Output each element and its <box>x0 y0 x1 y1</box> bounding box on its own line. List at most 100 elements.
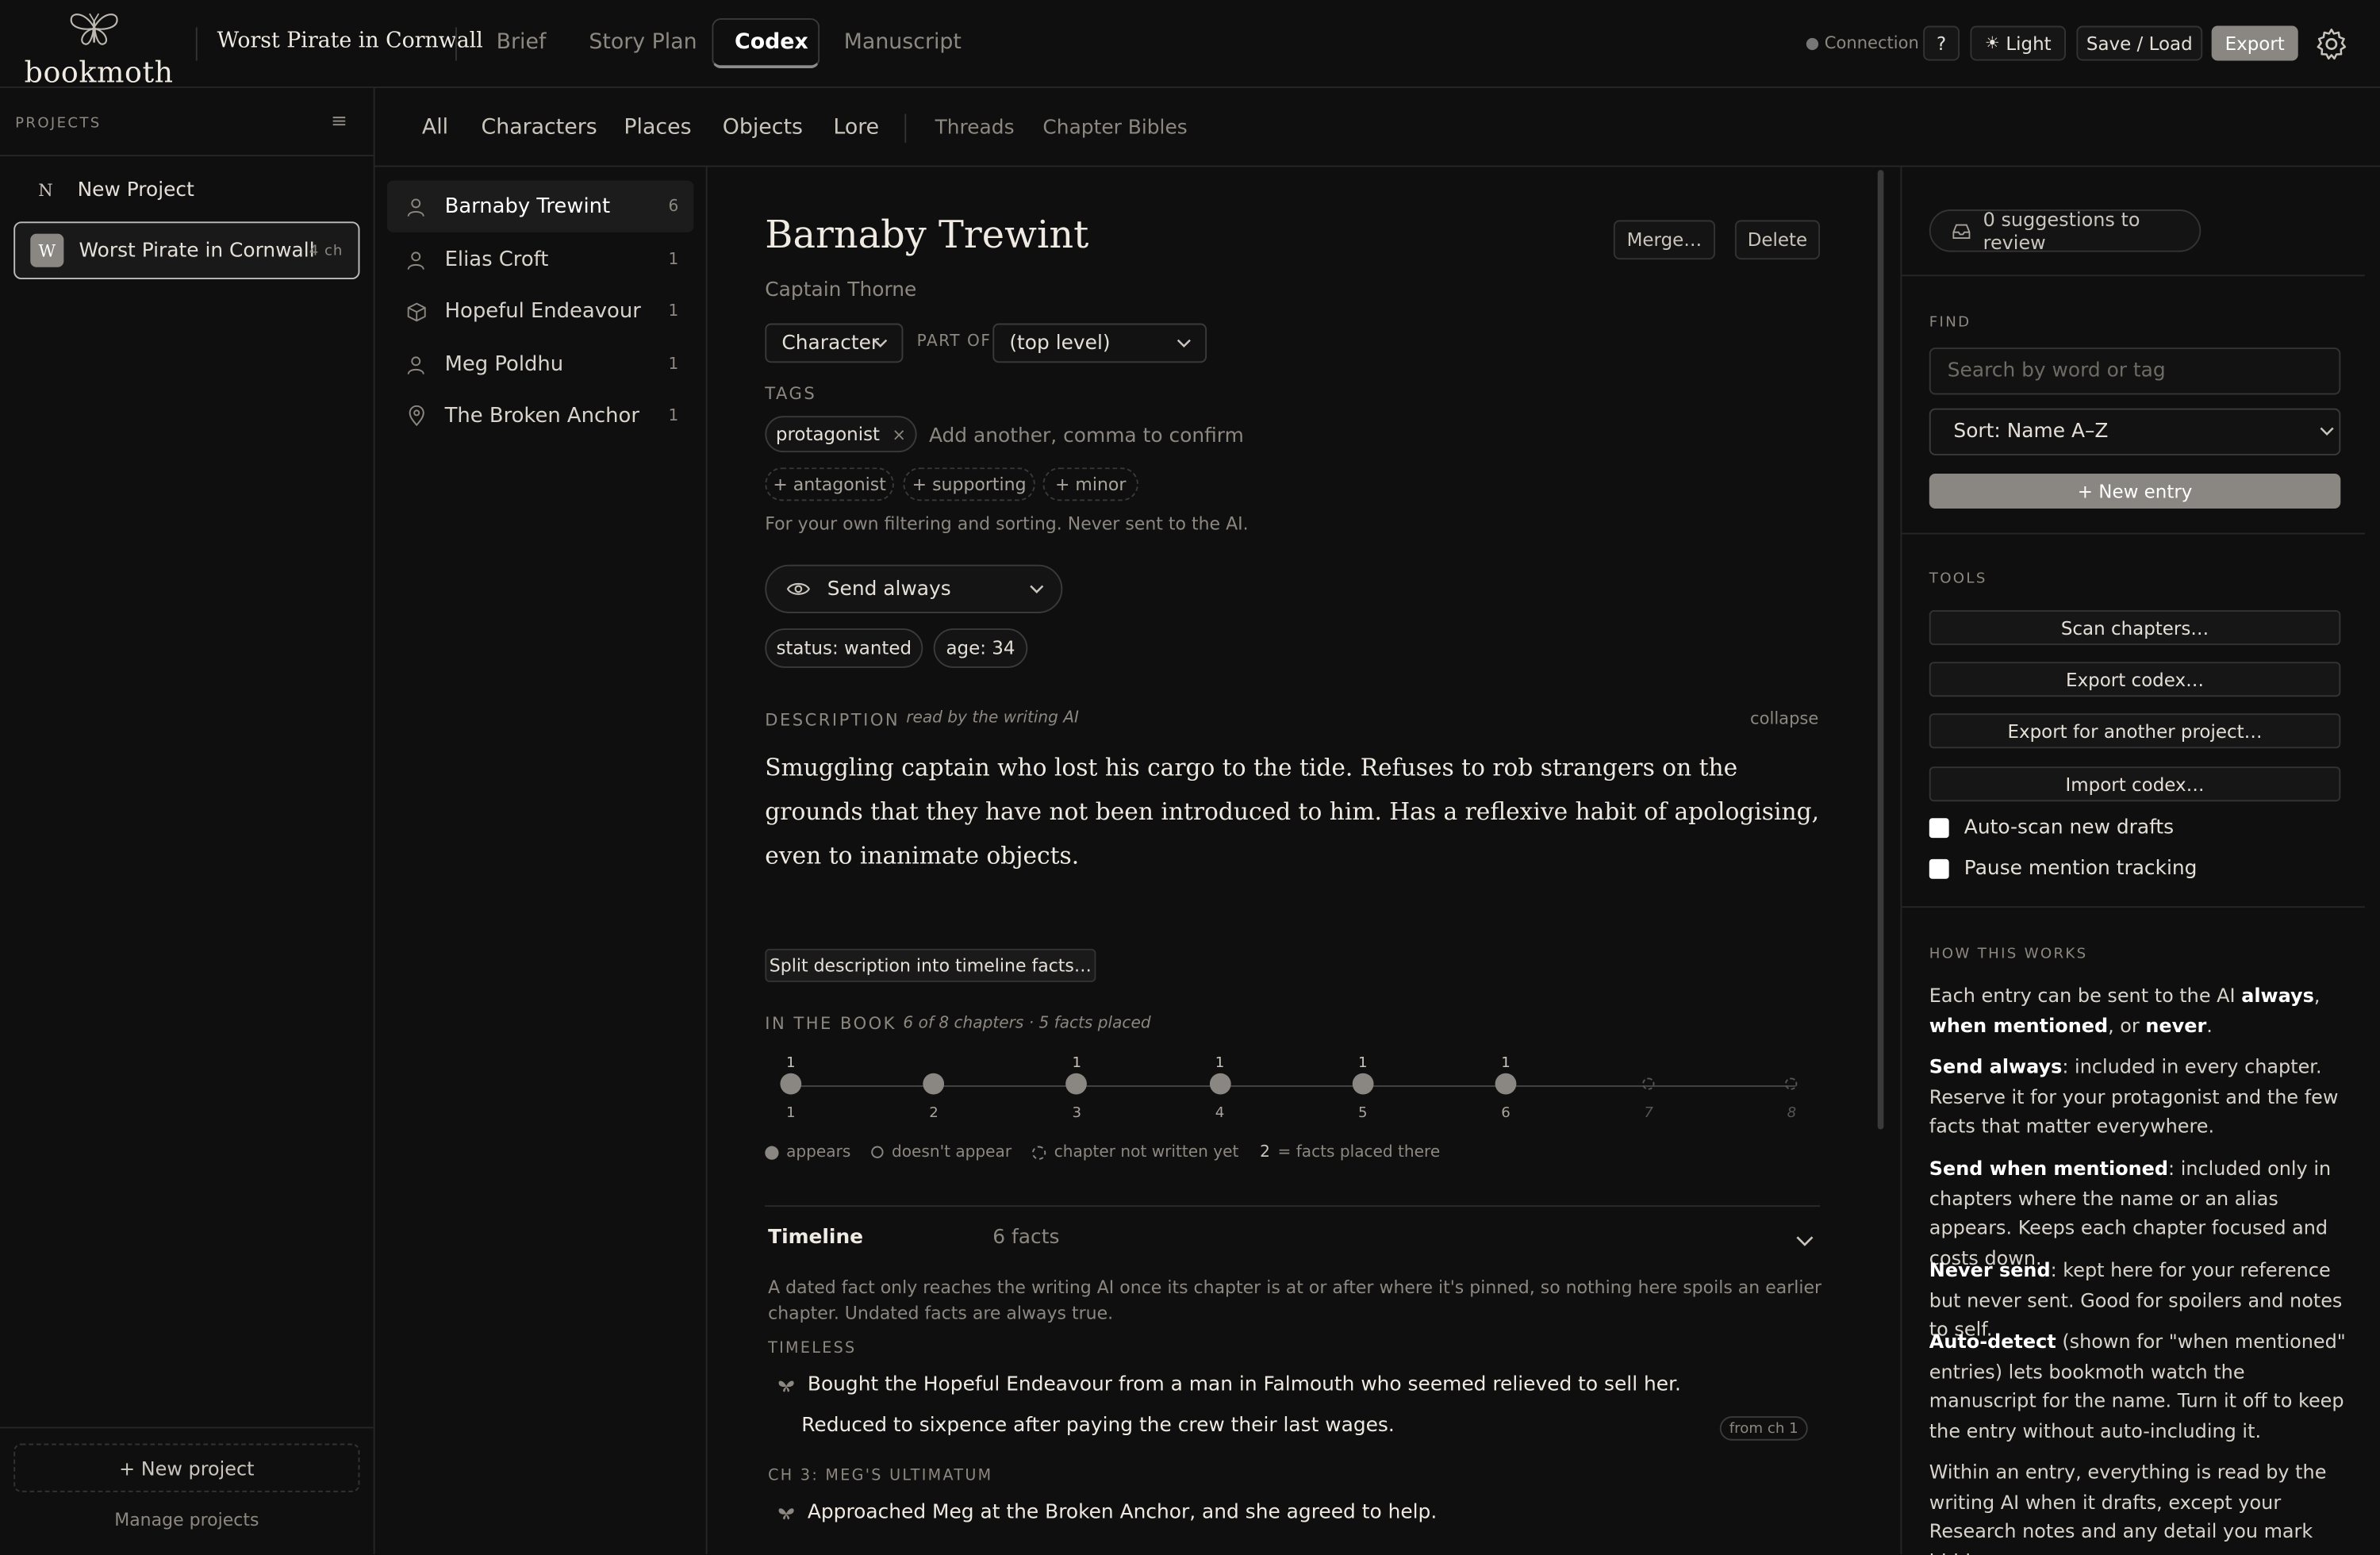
checkbox[interactable] <box>1929 818 1949 839</box>
entry-type-select[interactable]: Character <box>765 323 904 363</box>
suggest-tag-antagonist[interactable]: + antagonist <box>765 467 894 501</box>
chapter-number: 4 <box>1215 1104 1225 1122</box>
inbox-icon <box>1952 223 1971 238</box>
chapter-fact-count: 1 <box>1501 1054 1511 1072</box>
tab-brief[interactable]: Brief <box>497 30 547 55</box>
top-bar: bookmoth Worst Pirate in Cornwall Brief … <box>0 0 2380 90</box>
project-name: Worst Pirate in Cornwall <box>79 239 315 263</box>
connection-dot-icon <box>1806 37 1819 51</box>
settings-gear-icon[interactable] <box>2313 26 2350 63</box>
filter-threads[interactable]: Threads <box>935 117 1015 140</box>
entry-item[interactable]: Elias Croft 1 <box>387 234 693 286</box>
timeline-fact[interactable]: Approached Meg at the Broken Anchor, and… <box>777 1501 1437 1524</box>
filter-objects[interactable]: Objects <box>723 115 803 140</box>
entry-title[interactable]: Barnaby Trewint <box>765 213 1088 256</box>
scan-chapters-button[interactable]: Scan chapters… <box>1929 610 2341 646</box>
filter-places[interactable]: Places <box>624 115 691 140</box>
entry-item-active[interactable]: Barnaby Trewint 6 <box>386 180 694 232</box>
suggest-tag-supporting[interactable]: + supporting <box>903 467 1035 501</box>
new-project-button[interactable]: + New project <box>13 1443 360 1492</box>
export-button[interactable]: Export <box>2211 25 2298 61</box>
tools-label: TOOLS <box>1929 570 1987 588</box>
project-item-active[interactable]: W Worst Pirate in Cornwall 4 ch <box>13 221 360 280</box>
hamburger-icon[interactable]: ≡ <box>331 111 347 134</box>
chapter-number: 6 <box>1501 1104 1511 1122</box>
export-other-project-button[interactable]: Export for another project… <box>1929 713 2341 749</box>
fact-source-badge[interactable]: from ch 1 <box>1719 1416 1808 1441</box>
project-title[interactable]: Worst Pirate in Cornwall <box>217 29 483 53</box>
tag-chip: protagonist × <box>765 416 917 453</box>
part-of-label: PART OF <box>916 332 992 351</box>
export-codex-button[interactable]: Export codex… <box>1929 662 2341 697</box>
filter-characters[interactable]: Characters <box>482 115 597 140</box>
connection-status[interactable]: Connection <box>1806 33 1919 53</box>
delete-button[interactable]: Delete <box>1734 220 1821 260</box>
description-text[interactable]: Smuggling captain who lost his cargo to … <box>765 747 1835 878</box>
timeline-fact[interactable]: Bought the Hopeful Endeavour from a man … <box>777 1374 1681 1396</box>
chevron-down-icon <box>2320 427 2334 436</box>
divider <box>765 1205 1821 1208</box>
attribute-chip[interactable]: age: 34 <box>933 628 1028 668</box>
suggestions-button[interactable]: 0 suggestions to review <box>1929 208 2202 254</box>
filter-chapter-bibles[interactable]: Chapter Bibles <box>1042 117 1187 140</box>
chapter-node[interactable] <box>1352 1073 1374 1095</box>
connection-label: Connection <box>1824 33 1919 53</box>
in-the-book-label: IN THE BOOK <box>765 1014 896 1034</box>
tab-story-plan[interactable]: Story Plan <box>589 30 697 55</box>
timeline-heading[interactable]: Timeline <box>768 1227 863 1250</box>
save-load-button[interactable]: Save / Load <box>2076 25 2203 61</box>
auto-scan-checkbox[interactable]: Auto-scan new drafts <box>1929 816 2174 839</box>
app-logo[interactable]: bookmoth <box>25 6 173 90</box>
part-of-select[interactable]: (top level) <box>992 323 1207 363</box>
chevron-down-icon[interactable] <box>1795 1230 1816 1251</box>
remove-tag-icon[interactable]: × <box>892 424 906 444</box>
attribute-chip[interactable]: status: wanted <box>765 628 923 668</box>
sort-select[interactable]: Sort: Name A–Z <box>1929 408 2341 455</box>
entry-count: 1 <box>668 355 679 374</box>
filter-lore[interactable]: Lore <box>833 115 879 140</box>
entry-item[interactable]: Hopeful Endeavour 1 <box>387 286 693 337</box>
new-entry-button[interactable]: + New entry <box>1929 473 2341 509</box>
how-paragraph: Send always: included in every chapter. … <box>1929 1054 2339 1138</box>
chapter-node[interactable] <box>1642 1077 1655 1090</box>
entry-item[interactable]: Meg Poldhu 1 <box>387 339 693 390</box>
suggest-tag-minor[interactable]: + minor <box>1042 467 1138 501</box>
send-mode-select[interactable]: Send always <box>765 564 1063 613</box>
manage-projects-link[interactable]: Manage projects <box>0 1509 374 1530</box>
divider <box>455 27 457 61</box>
light-mode-button[interactable]: ☀ Light <box>1970 25 2067 61</box>
moth-icon <box>777 1377 799 1392</box>
chapter-number: 5 <box>1357 1104 1368 1122</box>
timeline-fact[interactable]: Reduced to sixpence after paying the cre… <box>777 1415 1395 1438</box>
project-item[interactable]: N New Project <box>13 161 359 219</box>
entry-alias[interactable]: Captain Thorne <box>765 279 916 302</box>
entry-item[interactable]: The Broken Anchor 1 <box>387 390 693 442</box>
chapter-node[interactable] <box>1785 1077 1798 1090</box>
divider <box>1902 275 2365 277</box>
search-input[interactable]: Search by word or tag <box>1929 347 2341 395</box>
chevron-down-icon <box>1030 585 1044 593</box>
entry-count: 1 <box>668 301 679 321</box>
chapter-node[interactable] <box>1065 1073 1088 1095</box>
import-codex-button[interactable]: Import codex… <box>1929 766 2341 802</box>
tag-input[interactable]: Add another, comma to confirm <box>929 425 1244 448</box>
project-letter: N <box>38 179 53 200</box>
filter-all[interactable]: All <box>422 115 448 140</box>
chapter-node[interactable] <box>780 1073 802 1095</box>
merge-button[interactable]: Merge… <box>1613 220 1716 260</box>
person-icon <box>402 246 429 273</box>
entry-name: Hopeful Endeavour <box>444 298 641 324</box>
tab-manuscript[interactable]: Manuscript <box>844 30 962 55</box>
checkbox[interactable] <box>1929 858 1949 879</box>
tab-codex[interactable]: Codex <box>735 30 808 55</box>
collapse-link[interactable]: collapse <box>1750 709 1818 729</box>
pause-mention-checkbox[interactable]: Pause mention tracking <box>1929 858 2198 881</box>
main-scrollbar[interactable] <box>1877 170 1884 1130</box>
split-description-button[interactable]: Split description into timeline facts… <box>765 948 1096 982</box>
light-mode-label: Light <box>2006 33 2052 54</box>
chapter-node[interactable] <box>1495 1073 1517 1095</box>
chapter-node[interactable] <box>1209 1073 1230 1095</box>
chapter-node[interactable] <box>923 1073 945 1095</box>
help-button[interactable]: ? <box>1923 25 1960 61</box>
project-letter: W <box>30 233 64 267</box>
